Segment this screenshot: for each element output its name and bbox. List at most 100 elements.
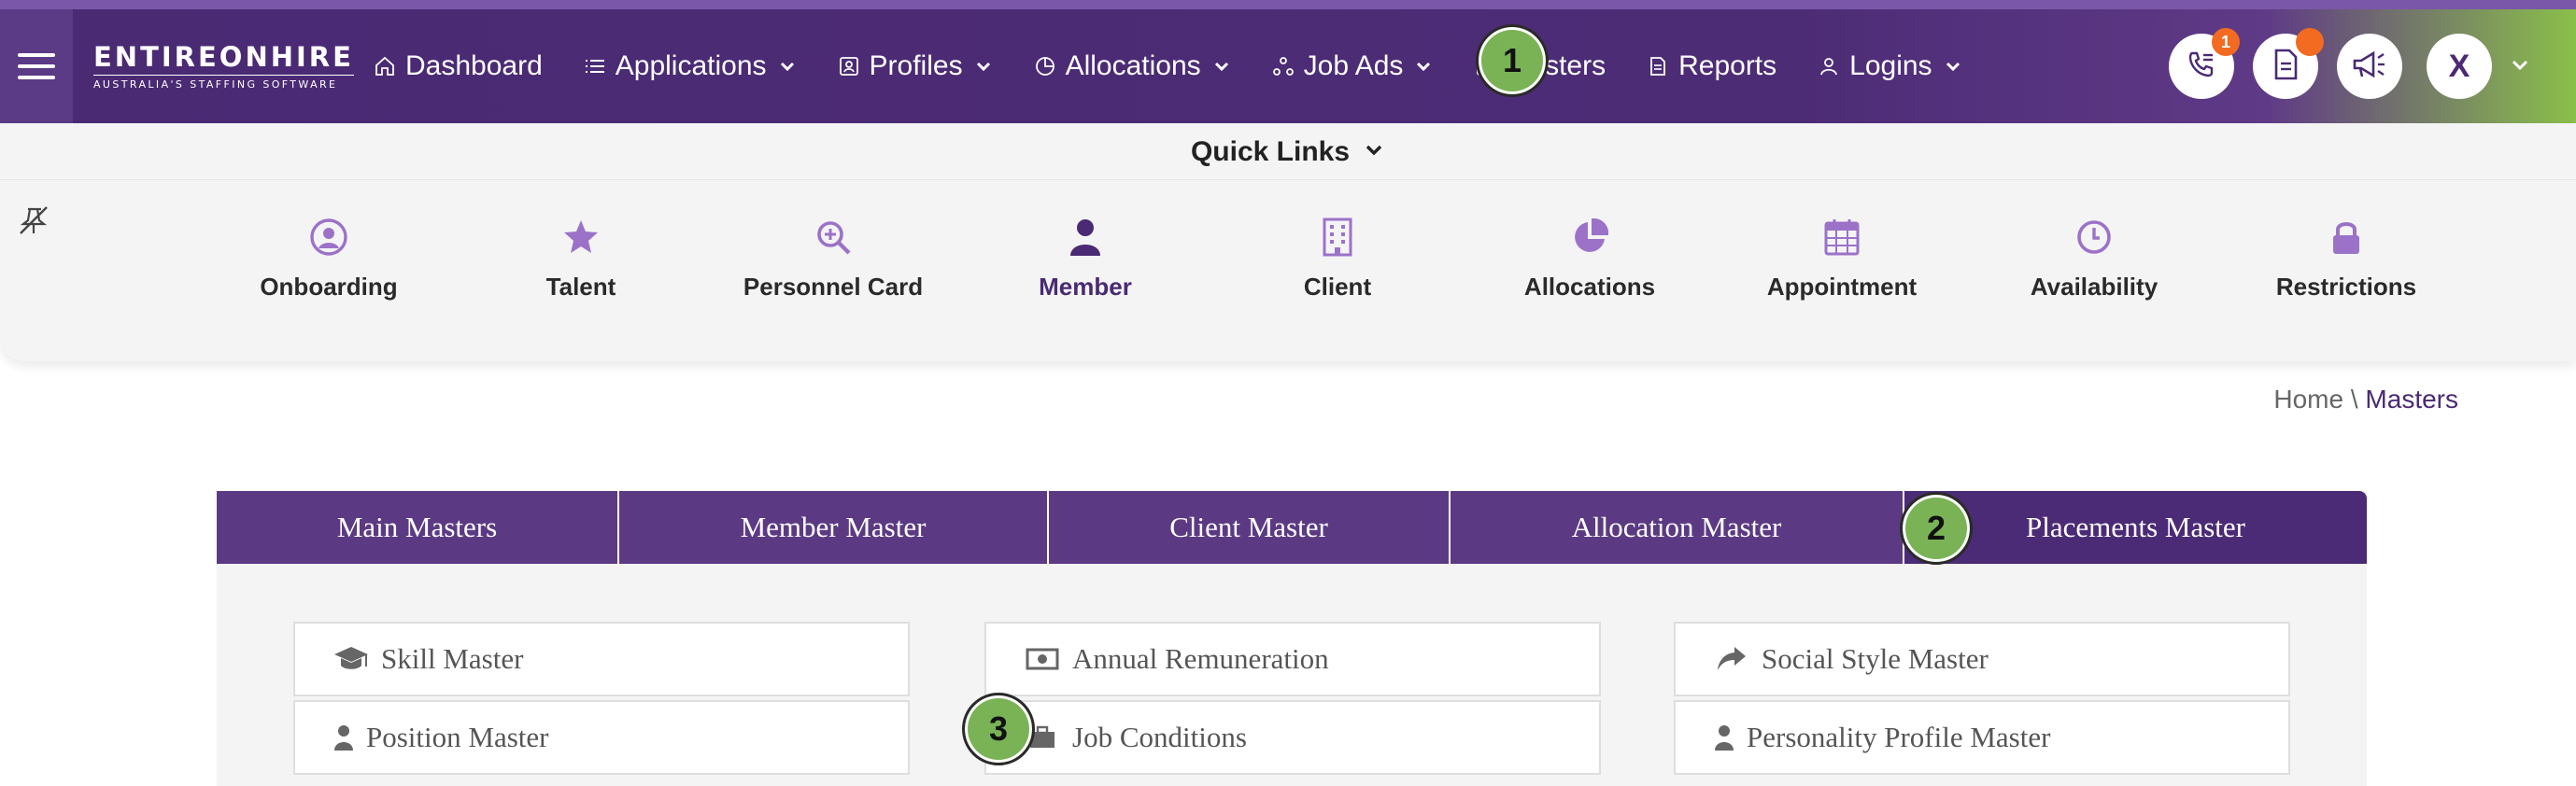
profile-card-icon: [838, 55, 860, 77]
card-personality-profile-master[interactable]: Personality Profile Master: [1674, 700, 2290, 775]
pie-icon: [1034, 55, 1056, 77]
master-cards-grid: Skill Master Position Master Annual Remu…: [217, 564, 2367, 786]
user-icon: [1065, 217, 1106, 258]
nav-dashboard-label: Dashboard: [405, 50, 543, 81]
calendar-icon: [1821, 217, 1862, 258]
app-root: ENTIREONHIRE AUSTRALIA'S STAFFING SOFTWA…: [0, 0, 2576, 786]
card-position-master[interactable]: Position Master: [293, 700, 910, 775]
nav-job-ads-label: Job Ads: [1303, 50, 1404, 81]
user-icon: [1818, 55, 1840, 77]
quick-links-panel: Quick Links Onboarding Talent Personnel …: [0, 123, 2576, 361]
quick-links-divider: [0, 179, 2576, 180]
quick-link-personnel-card[interactable]: Personnel Card: [716, 217, 950, 302]
quick-links-toggle[interactable]: Quick Links: [0, 136, 2576, 168]
chevron-down-icon: [1363, 136, 1385, 168]
quick-link-label: Availability: [2030, 273, 2158, 301]
quick-link-label: Allocations: [1523, 273, 1656, 301]
step-marker-3: 3: [962, 693, 1035, 765]
chevron-down-icon: [1944, 57, 1962, 76]
card-label: Job Conditions: [1072, 721, 1247, 753]
chevron-down-icon[interactable]: [2509, 53, 2531, 80]
quick-link-label: Member: [1039, 273, 1132, 301]
building-icon: [1317, 217, 1358, 258]
nav-reports-label: Reports: [1678, 50, 1777, 81]
user-circle-icon: [308, 217, 349, 258]
quick-link-label: Talent: [545, 273, 616, 301]
quick-link-label: Restrictions: [2275, 273, 2417, 301]
card-skill-master[interactable]: Skill Master: [293, 622, 910, 696]
pie-chart-icon: [1569, 217, 1610, 258]
nav-logins-label: Logins: [1849, 50, 1932, 81]
card-label: Skill Master: [381, 642, 524, 675]
quick-links-title: Quick Links: [1190, 136, 1351, 167]
logo-tagline: AUSTRALIA'S STAFFING SOFTWARE: [93, 75, 354, 91]
breadcrumb: Home \ Masters: [2273, 385, 2458, 414]
nav-actions: 1 X: [2150, 9, 2531, 123]
report-icon: [1647, 55, 1669, 77]
documents-button[interactable]: [2253, 28, 2324, 99]
quick-link-member[interactable]: Member: [969, 217, 1202, 302]
notification-dot-badge: [2296, 28, 2324, 56]
quick-link-label: Onboarding: [260, 273, 398, 301]
user-icon: [333, 723, 355, 752]
clock-icon: [2074, 217, 2115, 258]
quick-link-appointment[interactable]: Appointment: [1725, 217, 1959, 302]
quick-links-list: Onboarding Talent Personnel Card Member …: [0, 217, 2576, 347]
card-label: Position Master: [366, 721, 549, 753]
nav-reports[interactable]: Reports: [1647, 50, 1776, 82]
quick-link-client[interactable]: Client: [1221, 217, 1454, 302]
lock-icon: [2326, 217, 2367, 258]
tab-main-masters[interactable]: Main Masters: [217, 491, 619, 564]
quick-link-restrictions[interactable]: Restrictions: [2229, 217, 2463, 302]
money-icon: [1024, 644, 1061, 674]
masters-tabs: Main Masters Member Master Client Master…: [217, 491, 2367, 564]
announcements-button[interactable]: [2337, 34, 2402, 99]
nav-dashboard[interactable]: Dashboard: [374, 50, 543, 82]
chevron-down-icon: [974, 57, 993, 76]
quick-link-label: Appointment: [1766, 273, 1918, 301]
breadcrumb-home[interactable]: Home: [2273, 385, 2343, 414]
nav-profiles[interactable]: Profiles: [838, 50, 993, 82]
quick-link-label: Client: [1303, 273, 1372, 301]
document-icon: [2271, 48, 2300, 86]
nav-allocations-label: Allocations: [1065, 50, 1201, 81]
notification-count-badge: 1: [2212, 28, 2240, 56]
step-marker-2: 2: [1900, 492, 1973, 565]
network-icon: [1272, 55, 1295, 77]
app-logo[interactable]: ENTIREONHIRE AUSTRALIA'S STAFFING SOFTWA…: [93, 43, 354, 91]
breadcrumb-separator: \: [2350, 385, 2358, 414]
card-label: Annual Remuneration: [1072, 642, 1329, 675]
nav-applications[interactable]: Applications: [584, 50, 797, 82]
tab-allocation-master[interactable]: Allocation Master: [1451, 491, 1904, 564]
logo-text: ENTIREONHIRE: [93, 41, 354, 73]
graduation-cap-icon: [333, 644, 370, 674]
nav-logins[interactable]: Logins: [1818, 50, 1961, 82]
nav-allocations[interactable]: Allocations: [1034, 50, 1231, 82]
user-icon: [1713, 723, 1735, 752]
tab-placements-master[interactable]: Placements Master: [1904, 491, 2367, 564]
chevron-down-icon: [1212, 57, 1231, 76]
chevron-down-icon: [1414, 57, 1433, 76]
quick-link-allocations[interactable]: Allocations: [1473, 217, 1706, 302]
quick-link-talent[interactable]: Talent: [464, 217, 698, 302]
breadcrumb-current: Masters: [2365, 385, 2458, 414]
nav-job-ads[interactable]: Job Ads: [1272, 50, 1434, 82]
card-label: Personality Profile Master: [1747, 721, 2051, 753]
nav-profiles-label: Profiles: [869, 50, 963, 81]
phone-list-button[interactable]: 1: [2169, 28, 2240, 99]
home-icon: [374, 55, 396, 77]
quick-link-onboarding[interactable]: Onboarding: [212, 217, 446, 302]
megaphone-icon: [2351, 48, 2388, 86]
tab-member-master[interactable]: Member Master: [619, 491, 1049, 564]
share-arrow-icon: [1713, 644, 1750, 674]
quick-link-availability[interactable]: Availability: [1977, 217, 2211, 302]
tab-client-master[interactable]: Client Master: [1049, 491, 1451, 564]
step-marker-1: 1: [1476, 24, 1549, 97]
card-annual-remuneration[interactable]: Annual Remuneration: [984, 622, 1601, 696]
card-label: Social Style Master: [1762, 642, 1989, 675]
card-job-conditions[interactable]: Job Conditions: [984, 700, 1601, 775]
user-avatar[interactable]: X: [2427, 34, 2492, 99]
card-social-style-master[interactable]: Social Style Master: [1674, 622, 2290, 696]
search-plus-icon: [813, 217, 854, 258]
hamburger-menu-button[interactable]: [0, 9, 73, 123]
